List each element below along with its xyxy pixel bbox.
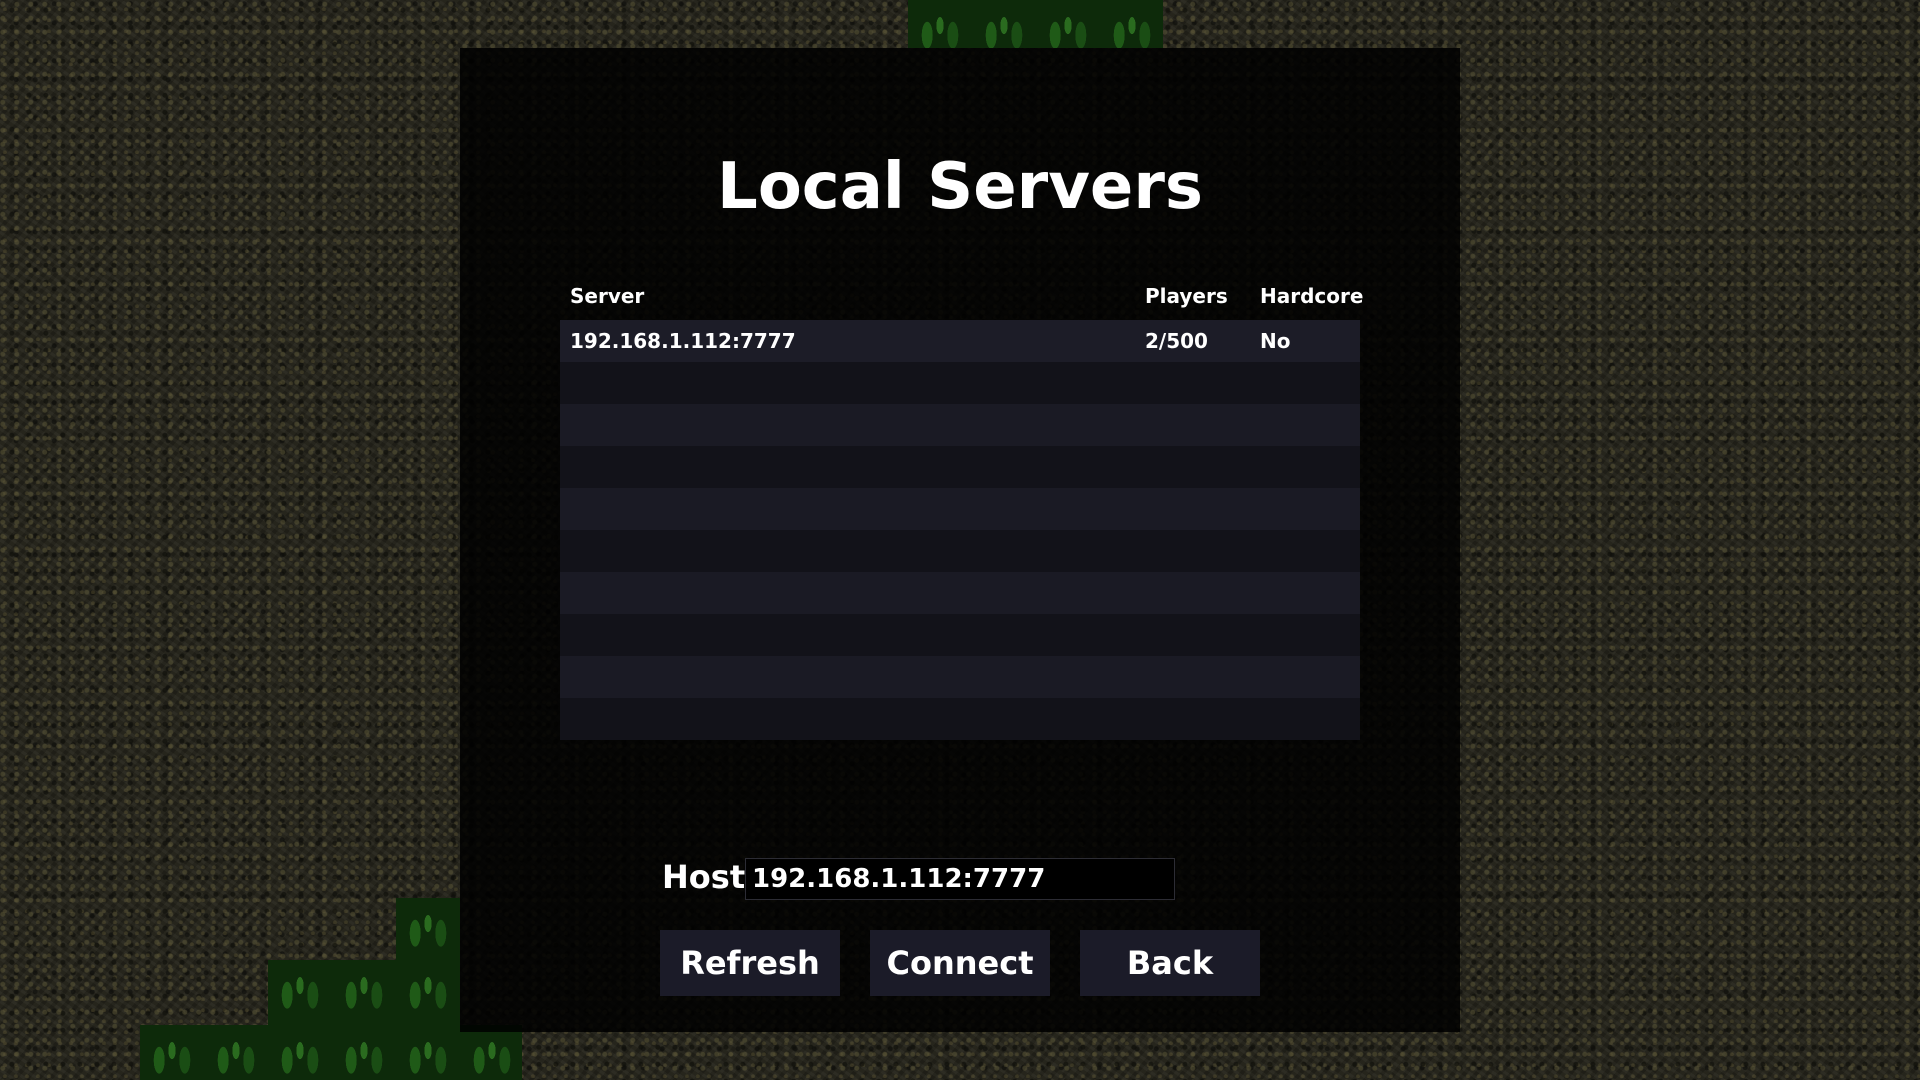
server-players-cell: 2/500 <box>1145 329 1208 353</box>
server-table-header: Server Players Hardcore <box>560 284 1364 320</box>
empty-row <box>560 488 1360 530</box>
refresh-button[interactable]: Refresh <box>660 930 840 996</box>
tree-patch-top <box>908 0 1163 48</box>
tree-patch-bottom-left-top <box>396 898 460 960</box>
column-header-server: Server <box>570 284 645 308</box>
column-header-players: Players <box>1145 284 1228 308</box>
host-input[interactable] <box>745 858 1175 900</box>
empty-row <box>560 656 1360 698</box>
connect-button[interactable]: Connect <box>870 930 1050 996</box>
server-list[interactable]: 192.168.1.112:7777 2/500 No <box>560 320 1360 740</box>
server-hardcore-cell: No <box>1260 329 1291 353</box>
empty-row <box>560 446 1360 488</box>
column-header-hardcore: Hardcore <box>1260 284 1364 308</box>
tree-patch-bottom-left-mid <box>268 960 460 1026</box>
server-address-cell: 192.168.1.112:7777 <box>570 329 796 353</box>
empty-row <box>560 404 1360 446</box>
empty-row <box>560 572 1360 614</box>
back-button[interactable]: Back <box>1080 930 1260 996</box>
tree-patch-bottom-left <box>140 1025 522 1080</box>
page-title: Local Servers <box>717 150 1203 224</box>
server-row[interactable]: 192.168.1.112:7777 2/500 No <box>560 320 1360 362</box>
empty-row <box>560 614 1360 656</box>
host-label: Host <box>662 858 746 896</box>
empty-row <box>560 530 1360 572</box>
empty-row <box>560 362 1360 404</box>
empty-row <box>560 698 1360 740</box>
